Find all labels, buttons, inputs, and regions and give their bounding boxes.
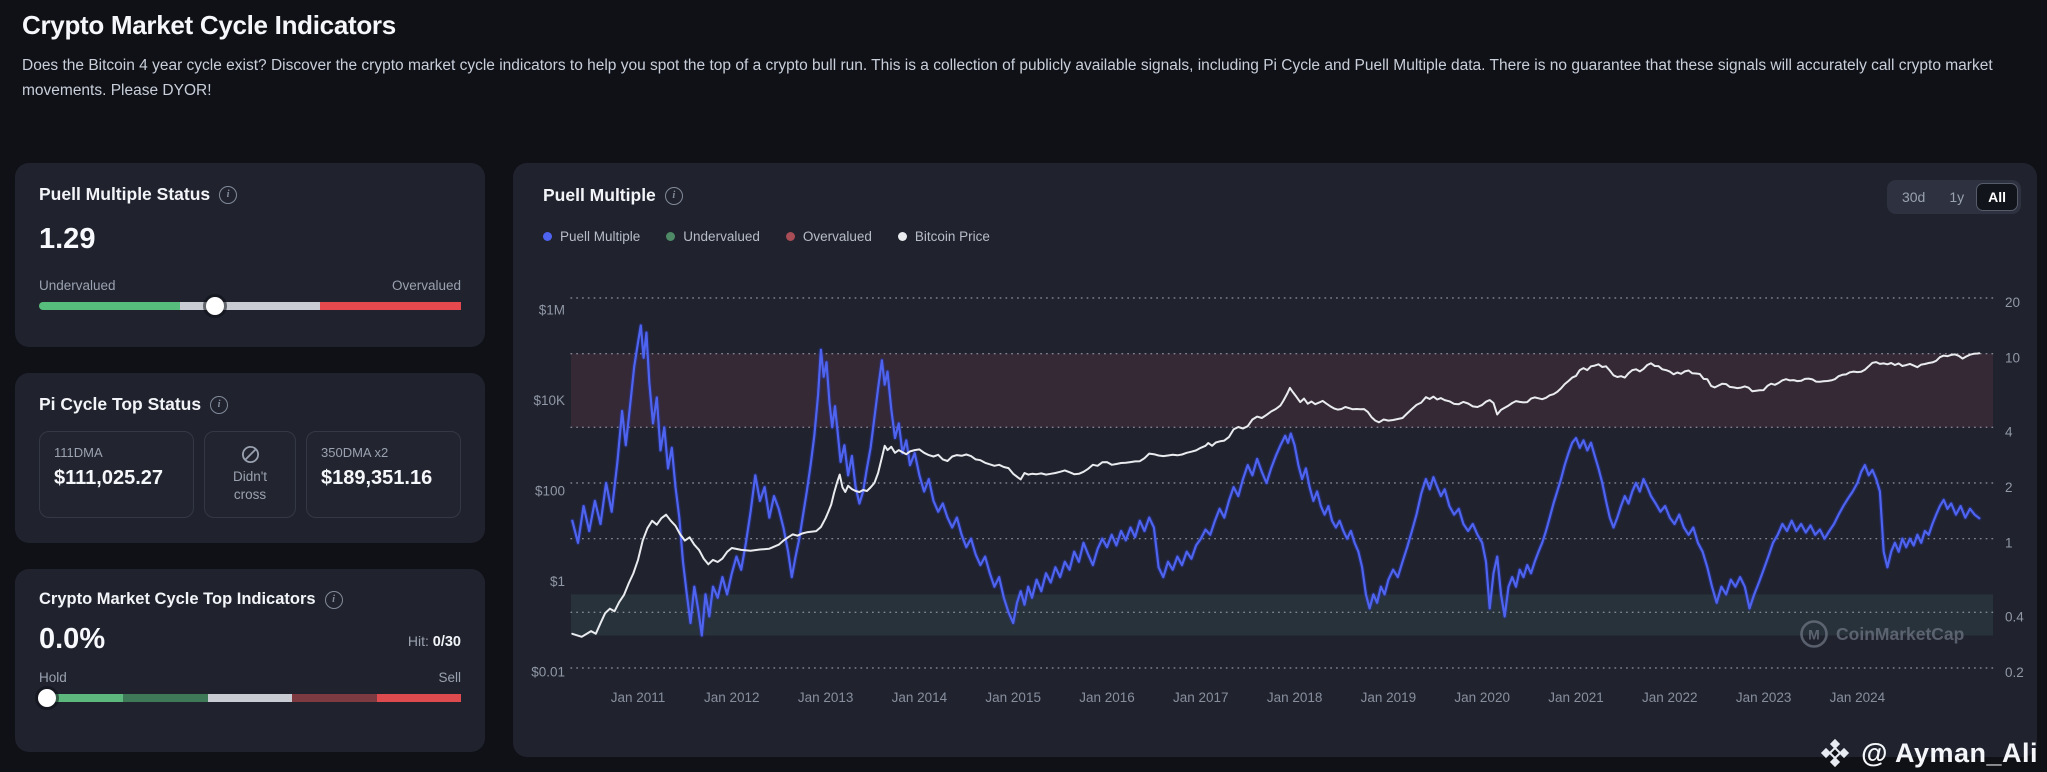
info-icon[interactable]: i: [219, 186, 237, 204]
puell-status-title: Puell Multiple Status: [39, 184, 210, 205]
no-cross-icon: [241, 445, 260, 464]
pi-cycle-350dma-value: $189,351.16: [321, 467, 446, 490]
pi-cycle-title: Pi Cycle Top Status: [39, 394, 201, 415]
x-axis-tick: Jan 2011: [611, 690, 666, 705]
hold-label: Hold: [39, 670, 67, 685]
hit-counter: Hit: 0/30: [408, 633, 461, 656]
info-icon[interactable]: i: [665, 187, 683, 205]
slider-segment: [180, 302, 320, 310]
left-column: Puell Multiple Status i 1.29 Undervalued…: [15, 163, 485, 752]
right-axis-tick: 4: [2005, 424, 2013, 439]
didnt-cross-line1: Didn't: [233, 469, 267, 484]
chart-title: Puell Multiple: [543, 185, 656, 206]
left-axis-tick: $1: [550, 574, 565, 589]
info-icon[interactable]: i: [325, 591, 343, 609]
svg-text:CoinMarketCap: CoinMarketCap: [1836, 624, 1964, 644]
pi-cycle-350dma-label: 350DMA x2: [321, 445, 446, 460]
legend-dot: [543, 232, 552, 241]
page-title: Crypto Market Cycle Indicators: [22, 10, 2027, 41]
x-axis-tick: Jan 2012: [704, 690, 760, 705]
top-indicators-slider[interactable]: [39, 694, 461, 702]
pi-cycle-350dma-box: 350DMA x2 $189,351.16: [306, 431, 461, 518]
right-axis-tick: 1: [2005, 536, 2013, 551]
left-axis-tick: $0.01: [531, 665, 565, 680]
range-button-1y[interactable]: 1y: [1937, 183, 1976, 211]
x-axis-tick: Jan 2014: [892, 690, 948, 705]
x-axis-tick: Jan 2017: [1173, 690, 1229, 705]
right-axis-tick: 0.4: [2005, 609, 2024, 624]
right-axis-tick: 2: [2005, 480, 2013, 495]
slider-segment: [123, 694, 207, 702]
left-axis-tick: $1M: [539, 303, 565, 318]
legend-item-undervalued[interactable]: Undervalued: [666, 229, 760, 244]
slider-knob[interactable]: [38, 689, 56, 707]
x-axis-tick: Jan 2016: [1079, 690, 1135, 705]
x-axis-tick: Jan 2019: [1361, 690, 1417, 705]
x-axis-tick: Jan 2021: [1548, 690, 1604, 705]
x-axis-tick: Jan 2022: [1642, 690, 1698, 705]
time-range-selector: 30d 1y All: [1887, 180, 2021, 214]
right-axis-tick: 10: [2005, 351, 2020, 366]
pi-cycle-111dma-label: 111DMA: [54, 445, 179, 460]
range-button-30d[interactable]: 30d: [1890, 183, 1937, 211]
right-axis-tick: 20: [2005, 295, 2020, 310]
sell-label: Sell: [438, 670, 461, 685]
x-axis-tick: Jan 2013: [798, 690, 854, 705]
page-description: Does the Bitcoin 4 year cycle exist? Dis…: [22, 53, 2027, 103]
legend-item-puell-multiple[interactable]: Puell Multiple: [543, 229, 640, 244]
legend-dot: [666, 232, 675, 241]
puell-multiple-status-card: Puell Multiple Status i 1.29 Undervalued…: [15, 163, 485, 347]
x-axis-tick: Jan 2015: [985, 690, 1041, 705]
left-axis-tick: $10K: [533, 393, 565, 408]
cycle-top-indicators-card: Crypto Market Cycle Top Indicators i 0.0…: [15, 569, 485, 752]
x-axis-tick: Jan 2024: [1830, 690, 1886, 705]
slider-segment: [208, 694, 292, 702]
right-axis-tick: 0.2: [2005, 665, 2024, 680]
puell-multiple-chart[interactable]: $1M $10K $100 $1 $0.01 20 10 4 2 1 0.4 0.2 Jan 2011 J…: [513, 163, 2037, 757]
pi-cycle-top-status-card: Pi Cycle Top Status i 111DMA $111,025.27…: [15, 373, 485, 543]
legend-dot: [786, 232, 795, 241]
slider-segment: [320, 302, 461, 310]
legend-item-overvalued[interactable]: Overvalued: [786, 229, 872, 244]
band-undervalued: [571, 594, 1993, 635]
didnt-cross-line2: cross: [234, 487, 266, 502]
undervalued-label: Undervalued: [39, 278, 116, 293]
x-axis-tick: Jan 2023: [1736, 690, 1792, 705]
puell-multiple-chart-card: $1M $10K $100 $1 $0.01 20 10 4 2 1 0.4 0.2 Jan 2011 J…: [513, 163, 2037, 757]
legend-item-bitcoin-price[interactable]: Bitcoin Price: [898, 229, 990, 244]
range-button-all[interactable]: All: [1976, 183, 2018, 211]
pi-cycle-111dma-value: $111,025.27: [54, 467, 179, 490]
overvalued-label: Overvalued: [392, 278, 461, 293]
band-overvalued: [571, 354, 1993, 428]
crypto-market-cycle-page: { "page": { "title": "Crypto Market Cycl…: [0, 0, 2047, 772]
puell-status-slider[interactable]: [39, 302, 461, 310]
top-indicators-value: 0.0%: [39, 623, 105, 656]
info-icon[interactable]: i: [210, 396, 228, 414]
slider-segment: [292, 694, 376, 702]
page-header: Crypto Market Cycle Indicators Does the …: [22, 10, 2027, 103]
legend-dot: [898, 232, 907, 241]
attribution-handle: @ Ayman_Ali: [1861, 738, 2038, 769]
x-axis-tick: Jan 2020: [1454, 690, 1510, 705]
svg-text:M: M: [1808, 627, 1820, 643]
slider-segment: [377, 694, 461, 702]
slider-segment: [39, 302, 180, 310]
x-axis-tick: Jan 2018: [1267, 690, 1323, 705]
binance-diamond-icon: [1819, 737, 1851, 769]
pi-cycle-cross-status-box: Didn't cross: [204, 431, 296, 518]
left-axis-tick: $100: [535, 484, 565, 499]
top-indicators-title: Crypto Market Cycle Top Indicators: [39, 590, 316, 609]
slider-knob[interactable]: [206, 297, 224, 315]
pi-cycle-111dma-box: 111DMA $111,025.27: [39, 431, 194, 518]
attribution: @ Ayman_Ali: [1819, 737, 2038, 769]
puell-status-value: 1.29: [39, 223, 461, 256]
hit-counter-value: 0/30: [433, 634, 461, 650]
chart-legend: Puell Multiple Undervalued Overvalued Bitco…: [543, 229, 990, 244]
